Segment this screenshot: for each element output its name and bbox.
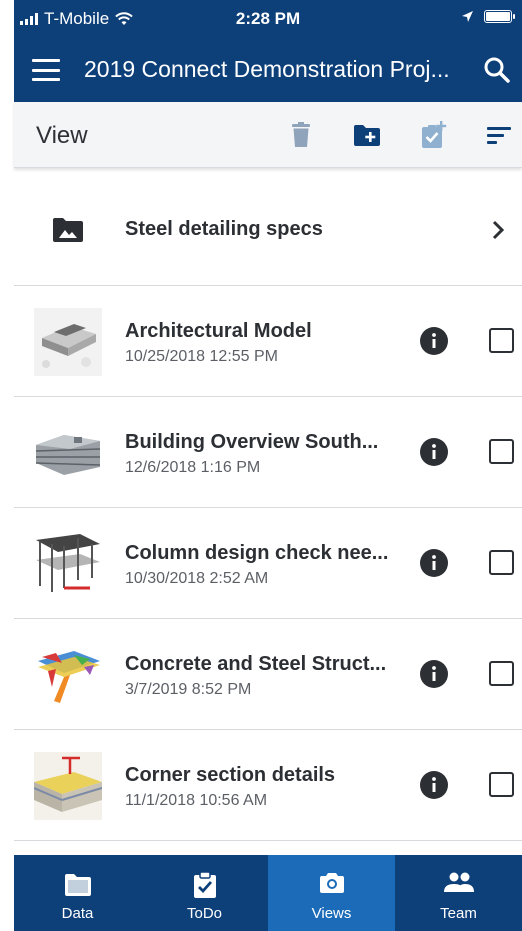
list-item[interactable]: Building Overview South... 12/6/2018 1:1… [14, 397, 522, 508]
item-date: 10/30/2018 2:52 AM [125, 570, 269, 587]
trash-icon[interactable] [286, 120, 316, 150]
list-item[interactable]: Concrete and Steel Struct... 3/7/2019 8:… [14, 619, 522, 730]
folder-name: Steel detailing specs [125, 218, 323, 240]
battery-icon [484, 10, 515, 23]
item-title: Architectural Model [125, 320, 312, 342]
item-title: Column design check nee... [125, 542, 389, 564]
item-title: Corner section details [125, 764, 336, 786]
location-arrow-icon [462, 11, 473, 22]
status-time: 2:28 PM [235, 9, 301, 28]
tab-data[interactable]: Data [14, 855, 141, 931]
model-thumbnail [34, 752, 102, 820]
add-task-icon[interactable] [418, 120, 448, 150]
list-item[interactable]: Column design check nee... 10/30/2018 2:… [14, 508, 522, 619]
app-bar: 2019 Connect Demonstration Proj... [14, 38, 522, 102]
tab-label: ToDo [186, 905, 223, 922]
item-title: Concrete and Steel Struct... [125, 653, 387, 675]
tab-views[interactable]: Views [268, 855, 395, 931]
search-icon[interactable] [482, 55, 512, 85]
select-checkbox[interactable] [489, 661, 514, 686]
info-icon[interactable] [419, 548, 449, 578]
clipboard-check-icon [193, 871, 216, 898]
add-folder-icon[interactable] [352, 120, 382, 150]
model-thumbnail [34, 308, 102, 376]
people-icon [443, 872, 474, 892]
info-icon[interactable] [419, 437, 449, 467]
menu-icon[interactable] [32, 59, 60, 81]
tab-team[interactable]: Team [395, 855, 522, 931]
select-checkbox[interactable] [489, 439, 514, 464]
folder-row[interactable]: Steel detailing specs [14, 174, 522, 286]
model-thumbnail [34, 530, 102, 598]
tab-todo[interactable]: ToDo [141, 855, 268, 931]
list-item[interactable]: Corner section details 11/1/2018 10:56 A… [14, 730, 522, 841]
item-date: 3/7/2019 8:52 PM [125, 681, 252, 698]
item-date: 11/1/2018 10:56 AM [125, 792, 268, 809]
sort-icon[interactable] [484, 120, 514, 150]
list-item[interactable]: Architectural Model 10/25/2018 12:55 PM [14, 286, 522, 397]
info-icon[interactable] [419, 326, 449, 356]
item-date: 10/25/2018 12:55 PM [125, 348, 279, 365]
folder-icon [64, 874, 91, 896]
chevron-right-icon [492, 220, 505, 240]
select-checkbox[interactable] [489, 772, 514, 797]
item-date: 12/6/2018 1:16 PM [125, 459, 261, 476]
image-folder-icon [53, 218, 83, 242]
info-icon[interactable] [419, 770, 449, 800]
tab-label: Data [61, 905, 94, 922]
select-checkbox[interactable] [489, 550, 514, 575]
app-screen: T-Mobile 2:28 PM 2019 Connect Demonstrat… [0, 0, 522, 931]
status-bar: T-Mobile 2:28 PM [14, 0, 522, 38]
camera-icon [319, 873, 344, 893]
status-right [461, 10, 515, 23]
model-thumbnail [34, 641, 102, 709]
project-title: 2019 Connect Demonstration Proj... [84, 56, 450, 82]
bottom-nav: Data ToDo Views Team [14, 855, 522, 931]
info-icon[interactable] [419, 659, 449, 689]
item-title: Building Overview South... [125, 431, 379, 453]
model-thumbnail [34, 419, 102, 487]
tab-label: Views [311, 905, 352, 922]
toolbar-title: View [36, 122, 88, 149]
tab-label: Team [440, 905, 477, 922]
view-toolbar: View [14, 102, 522, 168]
select-checkbox[interactable] [489, 328, 514, 353]
